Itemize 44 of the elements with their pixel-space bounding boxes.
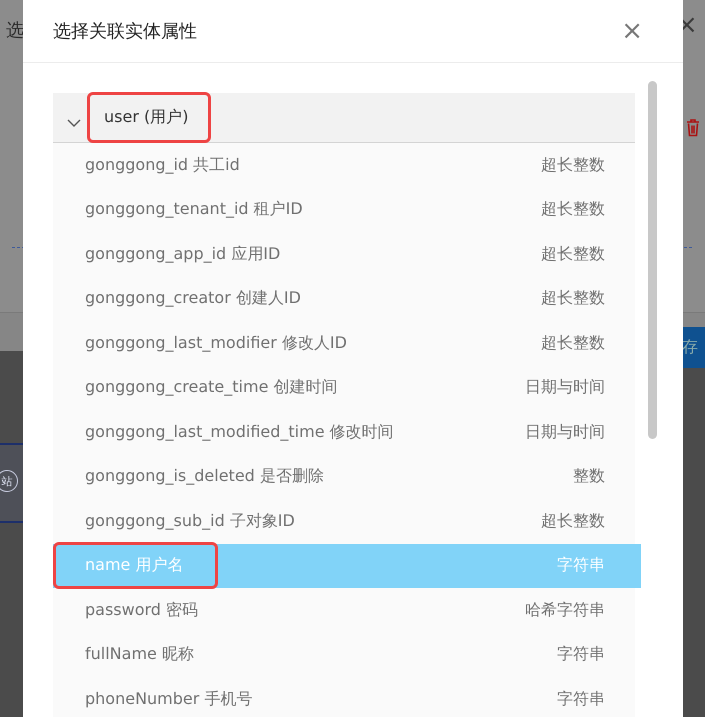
site-icon: 站 (0, 470, 18, 492)
group-header[interactable]: user (用户) (53, 93, 635, 143)
field-type: 字符串 (557, 644, 605, 666)
group-label: user (用户) (87, 92, 212, 143)
field-name: name 用户名 (53, 542, 218, 590)
field-type: 超长整数 (541, 332, 605, 354)
close-button[interactable]: × (621, 18, 643, 44)
field-name: gonggong_tenant_id 租户ID (84, 198, 304, 220)
field-row[interactable]: gonggong_creator 创建人ID 超长整数 (53, 276, 635, 321)
field-type: 超长整数 (541, 244, 605, 265)
field-name: gonggong_is_deleted 是否删除 (84, 465, 325, 488)
field-name: gonggong_last_modifier 修改人ID (84, 332, 348, 354)
field-row[interactable]: gonggong_sub_id 子对象ID 超长整数 (53, 499, 635, 544)
field-row[interactable]: gonggong_is_deleted 是否删除 整数 (53, 454, 635, 499)
field-row[interactable]: gonggong_id 共工id 超长整数 (53, 143, 635, 188)
field-type: 日期与时间 (525, 377, 605, 398)
field-type: 字符串 (557, 688, 605, 710)
field-row[interactable]: gonggong_tenant_id 租户ID 超长整数 (53, 188, 635, 232)
field-row[interactable]: fullName 昵称 字符串 (53, 632, 635, 677)
field-row[interactable]: gonggong_last_modified_time 修改时间 日期与时间 (53, 410, 635, 454)
field-row[interactable]: gonggong_app_id 应用ID 超长整数 (53, 232, 635, 276)
field-name: password 密码 (84, 598, 200, 621)
field-name: gonggong_creator 创建人ID (84, 287, 302, 310)
field-name: gonggong_id 共工id (84, 154, 241, 176)
field-type: 超长整数 (541, 510, 605, 532)
field-type: 超长整数 (541, 154, 605, 176)
field-name: gonggong_last_modified_time 修改时间 (84, 420, 395, 443)
field-name: phoneNumber 手机号 (84, 688, 254, 710)
field-type: 超长整数 (541, 288, 605, 310)
field-type: 字符串 (557, 555, 605, 576)
field-type: 超长整数 (541, 199, 605, 220)
field-type: 日期与时间 (525, 422, 605, 443)
field-name: gonggong_sub_id 子对象ID (84, 510, 296, 532)
field-row[interactable]: gonggong_last_modifier 修改人ID 超长整数 (53, 321, 635, 366)
background-title: 选 (6, 19, 24, 42)
field-row[interactable]: password 密码 哈希字符串 (53, 588, 635, 632)
dialog-title: 选择关联实体属性 (53, 20, 197, 43)
field-type: 哈希字符串 (525, 600, 605, 621)
field-type: 整数 (573, 466, 605, 488)
field-row[interactable]: phoneNumber 手机号 字符串 (53, 677, 635, 717)
field-name: gonggong_app_id 应用ID (84, 242, 282, 265)
field-name: fullName 昵称 (84, 643, 195, 666)
field-row[interactable]: gonggong_create_time 创建时间 日期与时间 (53, 366, 635, 410)
field-name: gonggong_create_time 创建时间 (84, 376, 339, 398)
